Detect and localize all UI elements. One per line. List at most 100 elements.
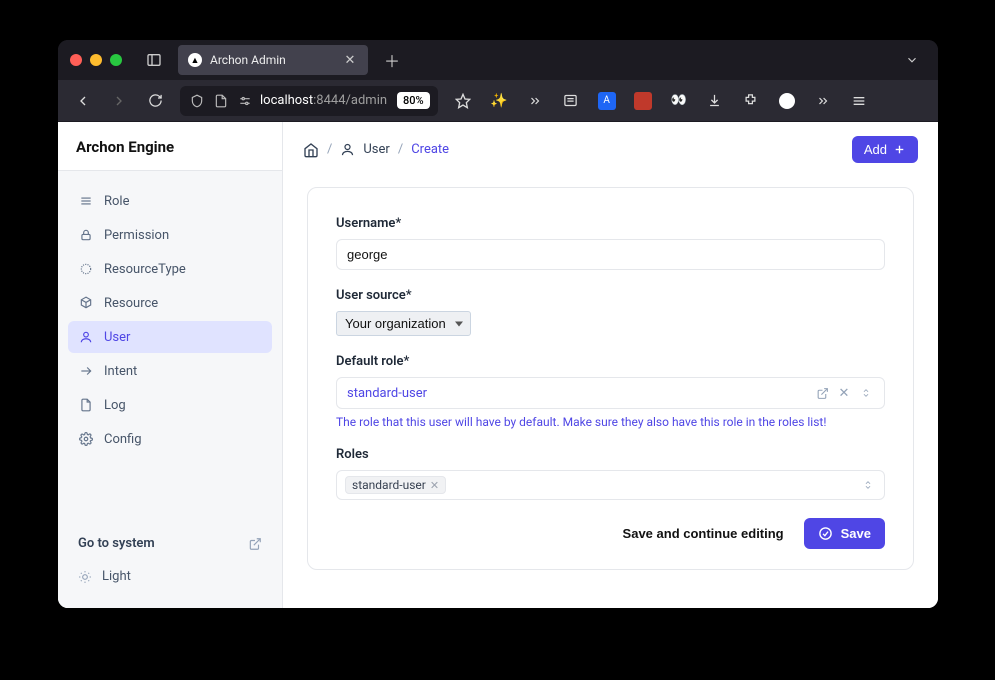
save-continue-button[interactable]: Save and continue editing: [617, 518, 790, 549]
favicon-icon: ▲: [188, 53, 202, 67]
remove-tag-icon[interactable]: ✕: [430, 479, 439, 492]
role-tag: standard-user ✕: [345, 476, 446, 494]
page-icon: [212, 94, 230, 108]
resourcetype-icon: [78, 261, 94, 277]
app-sidebar: Archon Engine Role Permission ResourceTy…: [58, 122, 283, 608]
add-label: Add: [864, 142, 887, 157]
lock-icon: [78, 227, 94, 243]
go-to-system-link[interactable]: Go to system: [68, 528, 272, 559]
main-content: / User / Create Add Username*: [283, 122, 938, 608]
overflow-2-button[interactable]: [808, 86, 838, 116]
close-tab-button[interactable]: ✕: [342, 52, 358, 68]
sidebar-item-label: Role: [104, 194, 129, 209]
sidebar-item-label: Config: [104, 432, 142, 447]
bookmark-button[interactable]: [448, 86, 478, 116]
sidebar-icon[interactable]: [140, 46, 168, 74]
breadcrumb-current: Create: [411, 142, 449, 157]
shield-icon: [188, 94, 206, 108]
user-source-select[interactable]: Your organization: [336, 311, 471, 336]
breadcrumb: / User / Create: [303, 142, 449, 158]
document-icon: [78, 397, 94, 413]
url-host: localhost: [260, 93, 313, 108]
minimize-window-button[interactable]: [90, 54, 102, 66]
form-card: Username* User source* Your organization…: [307, 187, 914, 570]
sidebar-item-intent[interactable]: Intent: [68, 355, 272, 387]
plus-icon: [893, 143, 906, 156]
default-role-input[interactable]: standard-user ✕: [336, 377, 885, 409]
extensions-button[interactable]: [736, 86, 766, 116]
forward-button[interactable]: [104, 86, 134, 116]
footer-label: Go to system: [78, 536, 155, 551]
roles-label: Roles: [336, 447, 885, 462]
default-role-value: standard-user: [347, 386, 808, 401]
selector-icon[interactable]: [858, 385, 874, 401]
default-role-label: Default role*: [336, 354, 885, 369]
tabs-dropdown-button[interactable]: [898, 46, 926, 74]
save-label: Save: [841, 526, 871, 541]
form-container: Username* User source* Your organization…: [283, 163, 938, 594]
sidebar-item-label: Log: [104, 398, 126, 413]
gear-icon: [78, 431, 94, 447]
sidebar-item-log[interactable]: Log: [68, 389, 272, 421]
external-link-icon: [248, 537, 262, 551]
maximize-window-button[interactable]: [110, 54, 122, 66]
url-bar[interactable]: localhost:8444/admin 80%: [180, 86, 438, 116]
user-icon: [340, 142, 355, 157]
extension-translator-icon[interactable]: A: [592, 86, 622, 116]
field-default-role: Default role* standard-user ✕ The role t…: [336, 354, 885, 429]
sidebar-item-label: User: [104, 330, 130, 345]
extension-sparkle-icon[interactable]: ✨: [484, 86, 514, 116]
field-username: Username*: [336, 216, 885, 270]
role-icon: [78, 193, 94, 209]
zoom-badge[interactable]: 80%: [397, 92, 430, 109]
sidebar-item-user[interactable]: User: [68, 321, 272, 353]
browser-tab[interactable]: ▲ Archon Admin ✕: [178, 45, 368, 75]
sidebar-item-permission[interactable]: Permission: [68, 219, 272, 251]
roles-input[interactable]: standard-user ✕: [336, 470, 885, 500]
new-tab-button[interactable]: ＋: [378, 46, 406, 74]
field-user-source: User source* Your organization: [336, 288, 885, 336]
downloads-button[interactable]: [700, 86, 730, 116]
sidebar-item-label: Resource: [104, 296, 158, 311]
sidebar-item-resource[interactable]: Resource: [68, 287, 272, 319]
extension-eyes-icon[interactable]: 👀: [664, 86, 694, 116]
page-viewport: Archon Engine Role Permission ResourceTy…: [58, 122, 938, 608]
theme-toggle[interactable]: Light: [68, 561, 272, 592]
username-input[interactable]: [336, 239, 885, 270]
extension-circle-icon[interactable]: [772, 86, 802, 116]
clear-icon[interactable]: ✕: [836, 385, 852, 401]
add-button[interactable]: Add: [852, 136, 918, 163]
app-title: Archon Engine: [58, 122, 282, 171]
arrow-icon: [78, 363, 94, 379]
save-button[interactable]: Save: [804, 518, 885, 549]
reader-icon[interactable]: [556, 86, 586, 116]
permissions-icon[interactable]: [236, 94, 254, 108]
back-button[interactable]: [68, 86, 98, 116]
home-icon[interactable]: [303, 142, 319, 158]
window-controls: [70, 54, 122, 66]
reload-button[interactable]: [140, 86, 170, 116]
sidebar-item-role[interactable]: Role: [68, 185, 272, 217]
sidebar-item-config[interactable]: Config: [68, 423, 272, 455]
field-roles: Roles standard-user ✕: [336, 447, 885, 500]
selector-icon[interactable]: [860, 478, 876, 492]
overflow-1-button[interactable]: [520, 86, 550, 116]
open-link-icon[interactable]: [814, 385, 830, 401]
sidebar-item-label: ResourceType: [104, 262, 186, 277]
default-role-help: The role that this user will have by def…: [336, 415, 885, 429]
tab-title: Archon Admin: [210, 53, 286, 67]
cube-icon: [78, 295, 94, 311]
sun-icon: [78, 570, 92, 584]
close-window-button[interactable]: [70, 54, 82, 66]
form-actions: Save and continue editing Save: [336, 518, 885, 549]
titlebar: ▲ Archon Admin ✕ ＋: [58, 40, 938, 80]
breadcrumb-user[interactable]: User: [363, 142, 389, 157]
sidebar-item-resourcetype[interactable]: ResourceType: [68, 253, 272, 285]
sidebar-footer: Go to system Light: [58, 518, 282, 608]
breadcrumb-separator: /: [327, 142, 332, 157]
sidebar-item-label: Intent: [104, 364, 137, 379]
user-icon: [78, 329, 94, 345]
extension-ublock-icon[interactable]: [628, 86, 658, 116]
app-menu-button[interactable]: [844, 86, 874, 116]
role-tag-label: standard-user: [352, 478, 426, 492]
